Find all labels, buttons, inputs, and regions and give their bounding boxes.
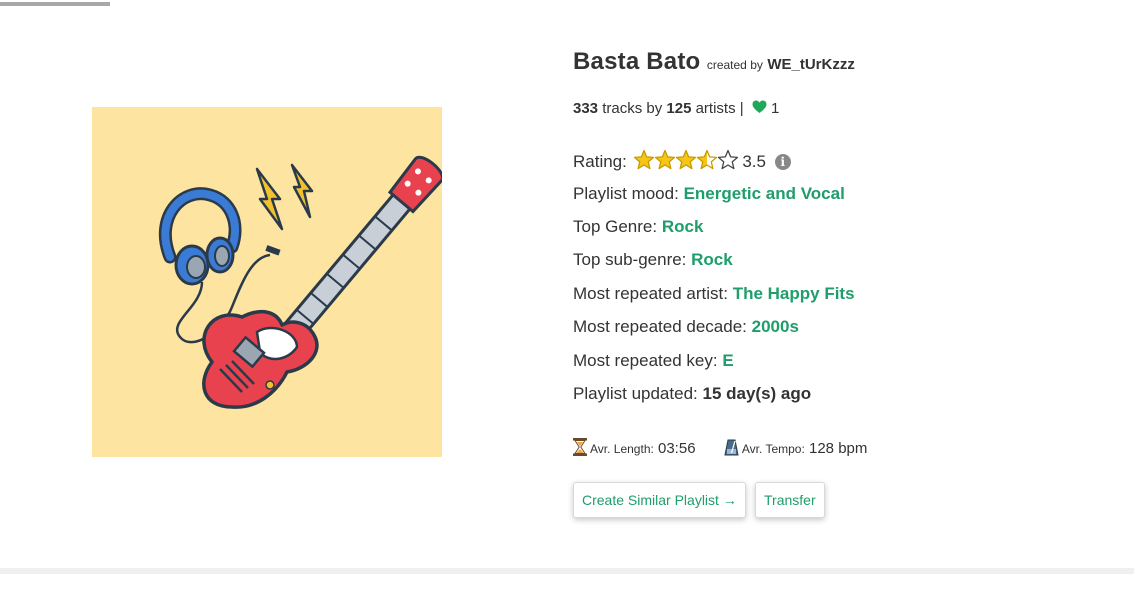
info-icon[interactable]: i	[774, 154, 791, 170]
length-label: Avr. Length:	[590, 442, 654, 456]
metronome-icon	[724, 439, 739, 460]
section-divider	[0, 568, 1134, 574]
star-icon-2	[654, 149, 675, 170]
top-decade-value[interactable]: 2000s	[752, 317, 799, 336]
rating-value: 3.5	[742, 152, 766, 171]
mood-row: Playlist mood: Energetic and Vocal	[573, 184, 845, 204]
creator-link[interactable]: WE_tUrKzzz	[767, 56, 855, 73]
updated-value: 15 day(s) ago	[702, 384, 812, 403]
top-artist-value[interactable]: The Happy Fits	[733, 284, 855, 303]
transfer-button[interactable]: Transfer	[755, 482, 825, 518]
top-decade-row: Most repeated decade: 2000s	[573, 317, 799, 337]
create-similar-playlist-button[interactable]: Create Similar Playlist →	[573, 482, 746, 518]
top-key-row: Most repeated key: E	[573, 351, 734, 371]
mood-label: Playlist mood:	[573, 184, 679, 203]
playlist-title: Basta Bato	[573, 48, 701, 75]
top-subgenre-row: Top sub-genre: Rock	[573, 250, 733, 270]
star-icon-5	[717, 149, 738, 170]
playlist-cover	[92, 107, 442, 457]
star-icon-1	[633, 149, 654, 170]
guitar-headphones-illustration	[158, 155, 442, 409]
top-subgenre-value[interactable]: Rock	[691, 250, 733, 269]
title-row: Basta Bato created by WE_tUrKzzz	[573, 48, 855, 76]
top-artist-label: Most repeated artist:	[573, 284, 728, 303]
top-key-value[interactable]: E	[722, 351, 733, 370]
like-count: 1	[771, 100, 780, 117]
top-artist-row: Most repeated artist: The Happy Fits	[573, 284, 855, 304]
playlist-stats: 333 tracks by 125 artists | 1	[573, 100, 779, 118]
artists-label: artists |	[695, 100, 744, 117]
top-decade-label: Most repeated decade:	[573, 317, 747, 336]
tempo-label: Avr. Tempo:	[741, 442, 805, 456]
length-value: 03:56	[658, 440, 696, 457]
mood-value[interactable]: Energetic and Vocal	[684, 184, 845, 203]
top-key-label: Most repeated key:	[573, 351, 718, 370]
star-icon-4	[696, 149, 717, 170]
rating-stars	[633, 149, 738, 175]
heart-icon[interactable]	[752, 100, 767, 118]
top-genre-label: Top Genre:	[573, 217, 658, 236]
updated-row: Playlist updated: 15 day(s) ago	[573, 384, 811, 404]
artist-count: 125	[666, 100, 692, 117]
top-subgenre-label: Top sub-genre:	[573, 250, 687, 269]
top-genre-value[interactable]: Rock	[662, 217, 704, 236]
track-count: 333	[573, 100, 599, 117]
hourglass-icon	[573, 438, 587, 460]
top-genre-row: Top Genre: Rock	[573, 217, 703, 237]
updated-label: Playlist updated:	[573, 384, 698, 403]
rating-row: Rating: 3.5 i	[573, 149, 791, 175]
created-by-label: created by	[706, 58, 763, 72]
star-icon-3	[675, 149, 696, 170]
meta-row: Avr. Length: 03:56 Avr. Tempo: 128 bpm	[573, 438, 867, 460]
tempo-value: 128 bpm	[809, 440, 868, 457]
tracks-label: tracks by	[602, 100, 663, 117]
top-progress-bar	[0, 2, 110, 6]
rating-label: Rating:	[573, 152, 627, 171]
